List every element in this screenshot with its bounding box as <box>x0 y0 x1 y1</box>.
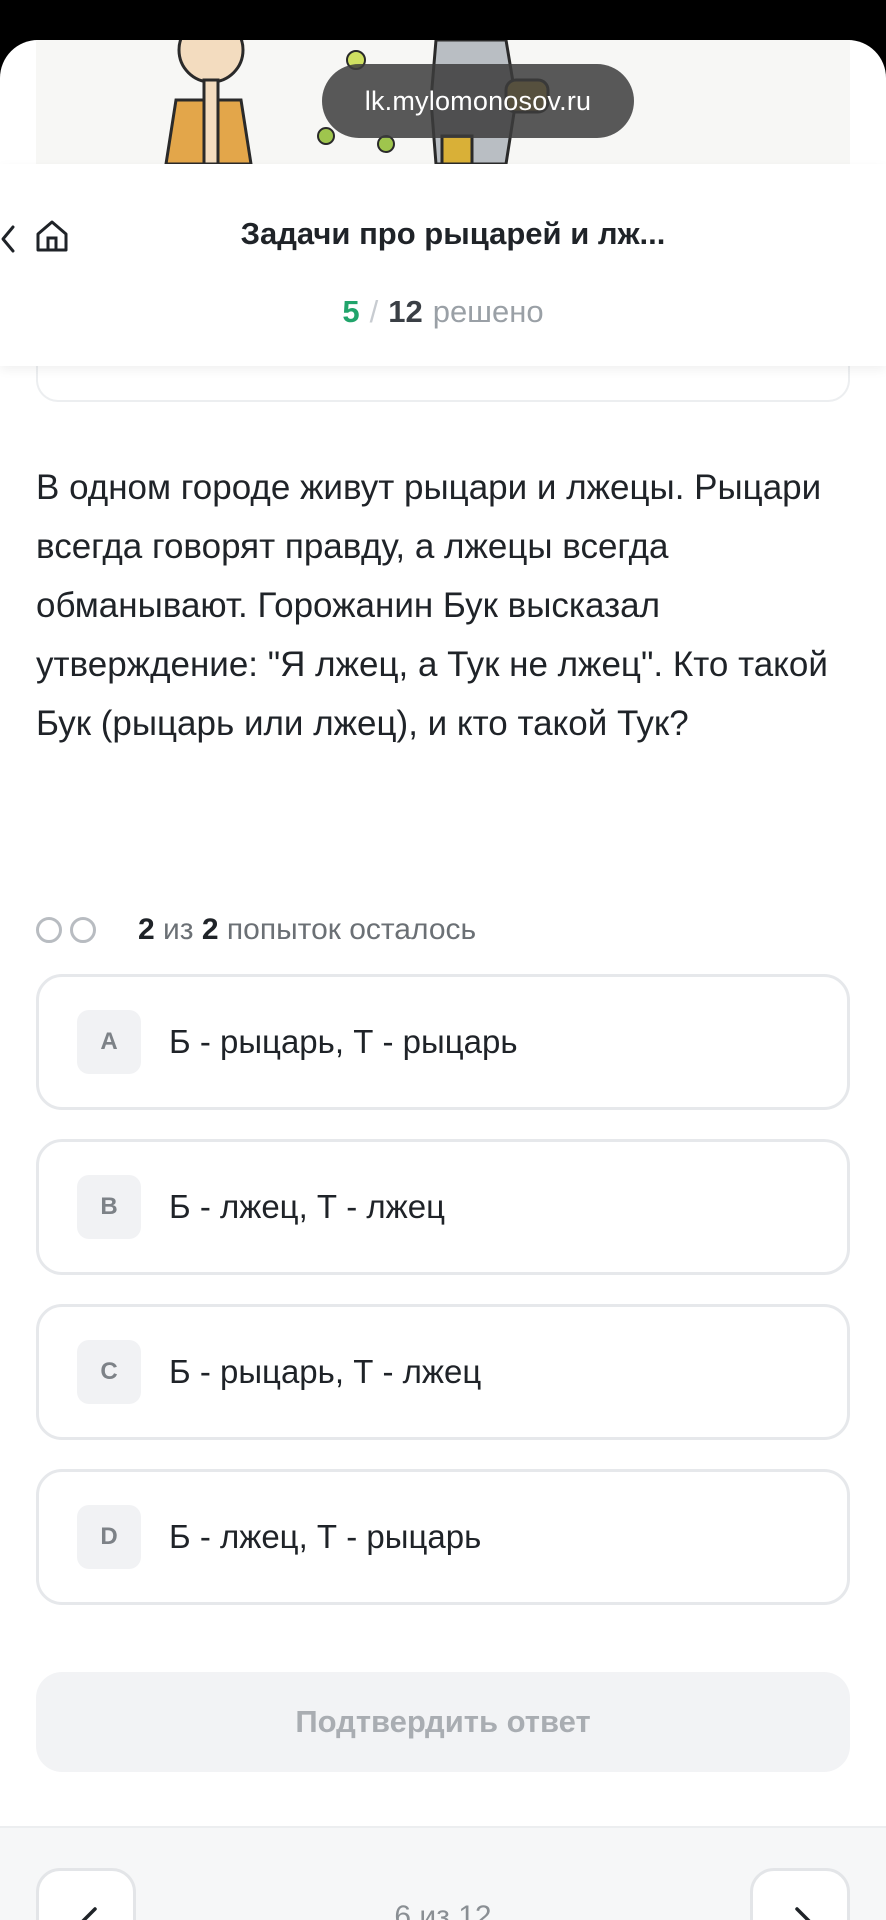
page-sheet: lk.mylomonosov.ru Задачи про рыцарей и л… <box>0 40 886 1920</box>
attempt-dot-icon <box>36 917 62 943</box>
option-text: Б - лжец, Т - лжец <box>169 1188 445 1225</box>
option-text: Б - лжец, Т - рыцарь <box>169 1518 482 1555</box>
option-text: Б - рыцарь, Т - лжец <box>169 1353 482 1390</box>
attempts-indicator: 2 из 2 попыток осталось <box>36 910 476 950</box>
progress-separator: / <box>369 294 379 329</box>
answer-option-c[interactable]: C Б - рыцарь, Т - лжец <box>36 1304 850 1440</box>
attempts-left: 2 <box>138 913 155 946</box>
attempts-label: попыток осталось <box>226 913 477 946</box>
solved-count: 5 <box>342 294 360 329</box>
attempts-text: 2 из 2 попыток осталось <box>138 913 476 947</box>
answer-option-d[interactable]: D Б - лжец, Т - рыцарь <box>36 1469 850 1605</box>
top-header: Задачи про рыцарей и лж... 5 / 12 решено <box>0 164 886 366</box>
option-text: Б - рыцарь, Т - рыцарь <box>169 1023 518 1060</box>
confirm-answer-button[interactable]: Подтвердить ответ <box>36 1672 850 1772</box>
task-illustration: lk.mylomonosov.ru <box>36 40 850 164</box>
option-letter: A <box>77 1010 141 1074</box>
attempt-dot-icon <box>70 917 96 943</box>
total-count: 12 <box>388 294 423 329</box>
attempts-of: из <box>163 913 194 946</box>
url-pill[interactable]: lk.mylomonosov.ru <box>322 64 634 138</box>
option-letter: D <box>77 1505 141 1569</box>
question-text: В одном городе живут рыцари и лжецы. Рыц… <box>36 468 828 743</box>
chevron-right-icon <box>795 1907 811 1920</box>
bottom-navigation: 6 из 12 <box>0 1826 886 1920</box>
option-letter: B <box>77 1175 141 1239</box>
answer-option-b[interactable]: B Б - лжец, Т - лжец <box>36 1139 850 1275</box>
option-letter: C <box>77 1340 141 1404</box>
progress-indicator: 5 / 12 решено <box>0 294 886 330</box>
next-task-button[interactable] <box>750 1868 850 1920</box>
page-title: Задачи про рыцарей и лж... <box>240 216 666 251</box>
attempts-total: 2 <box>201 913 219 946</box>
answer-option-a[interactable]: A Б - рыцарь, Т - рыцарь <box>36 974 850 1110</box>
progress-label: решено <box>432 294 544 329</box>
